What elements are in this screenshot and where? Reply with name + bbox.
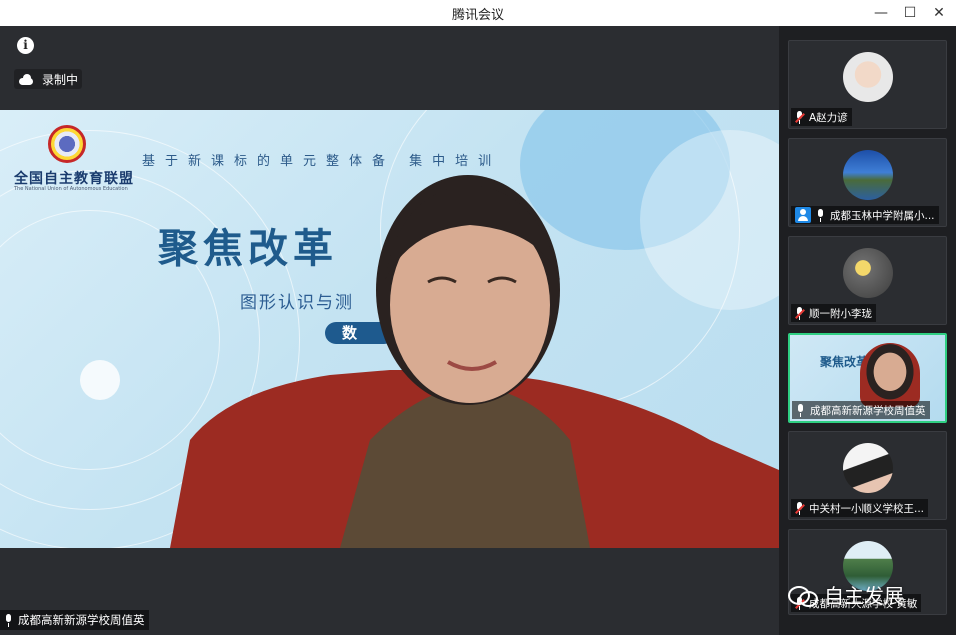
microphone-icon	[4, 613, 13, 627]
participant-name-tag: 顺一附小李珑	[791, 304, 876, 322]
speaker-figure	[170, 175, 779, 548]
watermark-text: 自主发展	[824, 584, 904, 608]
microphone-icon	[796, 403, 805, 417]
maximize-icon[interactable]: ☐	[899, 3, 921, 23]
participant-tile[interactable]: 顺一附小李珑	[788, 236, 947, 325]
title-bar: 腾讯会议 — ☐ ✕	[0, 0, 956, 26]
user-icon	[795, 207, 811, 223]
microphone-muted-icon	[795, 110, 805, 124]
participant-name: A赵力谚	[809, 111, 848, 124]
participant-tile-active[interactable]: 聚焦改革 成都高新新源学校周值英	[788, 333, 947, 423]
microphone-muted-icon	[795, 501, 805, 515]
recording-indicator[interactable]: 录制中	[14, 69, 83, 89]
participant-list[interactable]: A赵力谚 成都玉林中学附属小... 顺一附小李珑 聚焦改革 成都高新新源学校周值…	[779, 26, 956, 635]
participant-name-tag: 成都高新新源学校周值英	[792, 401, 930, 419]
participant-tile[interactable]: 成都玉林中学附属小...	[788, 138, 947, 227]
info-icon[interactable]: i	[17, 37, 34, 54]
avatar	[843, 52, 893, 102]
logo-icon	[48, 125, 86, 163]
speaker-video: 全国自主教育联盟 The National Union of Autonomou…	[0, 110, 779, 548]
participant-tile[interactable]: A赵力谚	[788, 40, 947, 129]
participant-name: 成都高新新源学校周值英	[810, 404, 926, 417]
avatar	[843, 248, 893, 298]
participant-name: 成都玉林中学附属小...	[830, 209, 935, 222]
close-icon[interactable]: ✕	[928, 3, 950, 23]
microphone-muted-icon	[795, 306, 805, 320]
participant-name-tag: A赵力谚	[791, 108, 852, 126]
avatar	[843, 150, 893, 200]
participant-name-tag: 中关村一小顺义学校王...	[791, 499, 929, 517]
recording-label: 录制中	[42, 72, 79, 87]
cloud-icon	[18, 73, 34, 85]
minimize-icon[interactable]: —	[870, 3, 892, 23]
speaker-name-tag: 成都高新新源学校周值英	[0, 610, 149, 630]
microphone-icon	[816, 208, 825, 222]
slide-logo-subtext: The National Union of Autonomous Educati…	[14, 186, 128, 192]
slide-logo-text: 全国自主教育联盟	[14, 171, 134, 187]
participant-name: 中关村一小顺义学校王...	[809, 502, 925, 515]
speaker-name: 成都高新新源学校周值英	[18, 613, 145, 627]
avatar	[843, 443, 893, 493]
wechat-watermark: 自主发展	[788, 580, 904, 609]
participant-name-tag: 成都玉林中学附属小...	[791, 206, 939, 224]
participant-name: 顺一附小李珑	[809, 307, 872, 320]
avatar	[860, 343, 920, 407]
window-title: 腾讯会议	[451, 8, 504, 23]
participant-tile[interactable]: 中关村一小顺义学校王...	[788, 431, 947, 520]
main-video-area: i 录制中 全国自主教育联盟 The National Union of Aut…	[0, 26, 779, 635]
wechat-icon	[788, 584, 818, 607]
